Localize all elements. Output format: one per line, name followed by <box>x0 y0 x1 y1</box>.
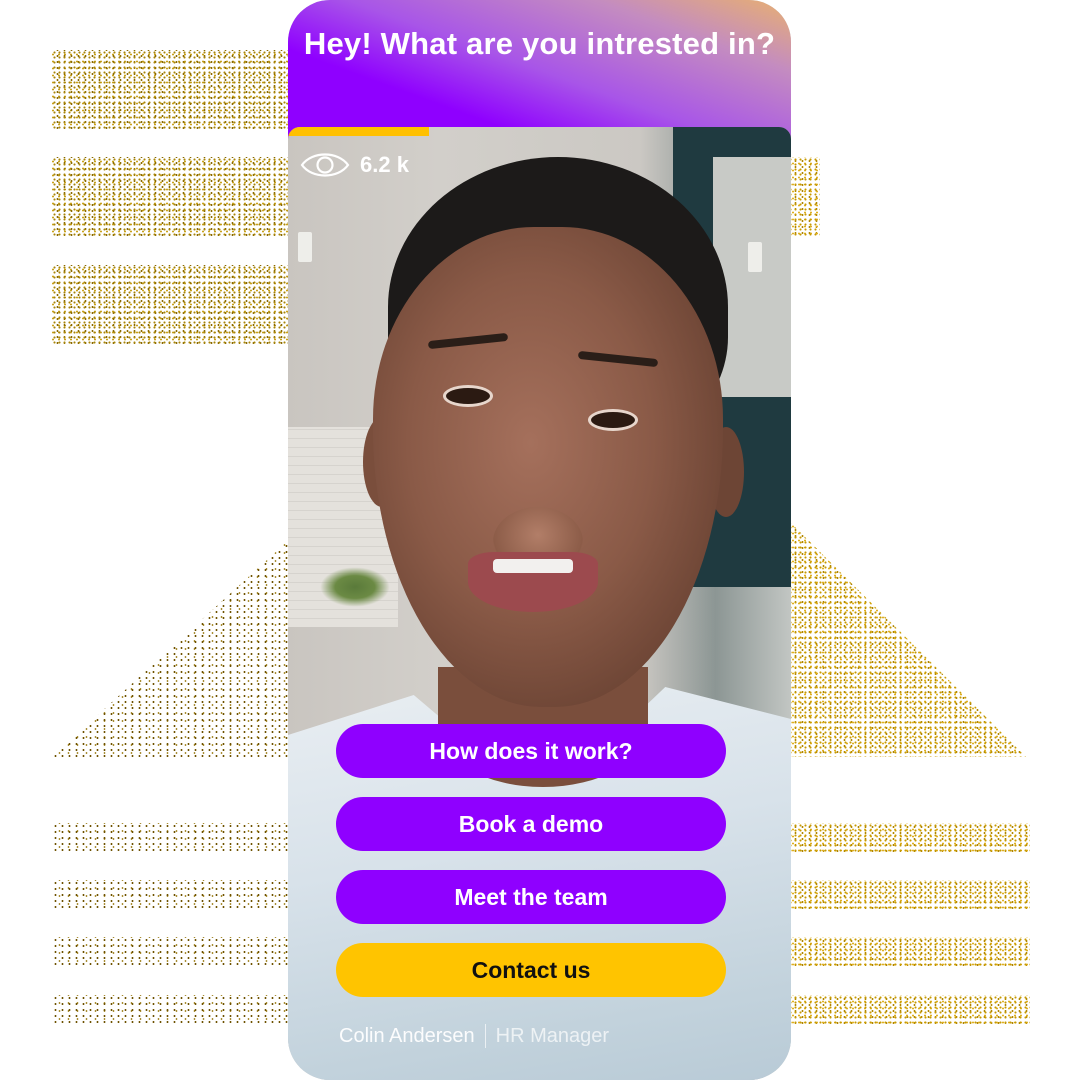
decor-dotted-bar <box>788 880 1030 910</box>
decor-dotted-bar <box>788 937 1030 967</box>
presenter-caption: Colin Andersen HR Manager <box>339 1024 609 1048</box>
eye-icon <box>300 149 350 181</box>
caption-divider <box>484 1024 486 1048</box>
decor-dotted-bar <box>788 157 820 237</box>
decor-dotted-bar <box>52 157 292 237</box>
view-counter: 6.2 k <box>300 149 409 181</box>
widget-title: Hey! What are you intrested in? <box>303 26 776 61</box>
how-does-it-work-button[interactable]: How does it work? <box>336 724 726 778</box>
video-background-lamp <box>748 242 762 272</box>
book-a-demo-button[interactable]: Book a demo <box>336 797 726 851</box>
video-person-face <box>373 227 723 707</box>
video-progress-fill <box>288 127 429 136</box>
decor-dotted-bar <box>52 880 292 910</box>
widget-header: Hey! What are you intrested in? <box>288 0 791 140</box>
presenter-role: HR Manager <box>495 1024 610 1047</box>
decor-dotted-bar <box>52 937 292 967</box>
video-background-lamp <box>298 232 312 262</box>
contact-us-button[interactable]: Contact us <box>336 943 726 997</box>
decor-dotted-bar <box>52 50 292 130</box>
video-person-teeth <box>493 559 573 573</box>
decor-dotted-triangle <box>52 537 292 757</box>
action-buttons: How does it work? Book a demo Meet the t… <box>336 724 726 1016</box>
decor-dotted-triangle <box>788 520 1026 757</box>
decor-dotted-bar <box>788 823 1030 853</box>
video-widget-card: Hey! What are you intrested in? 6.2 k Ho… <box>288 0 791 1080</box>
decor-dotted-bar <box>788 995 1030 1025</box>
view-count: 6.2 k <box>360 152 409 177</box>
video-background-plant <box>320 567 390 607</box>
video-person-eye <box>443 385 493 407</box>
decor-dotted-bar <box>52 995 292 1025</box>
video-person-eye <box>588 409 638 431</box>
video-progress-bar[interactable] <box>288 127 791 136</box>
decor-dotted-bar <box>52 823 292 853</box>
decor-dotted-bar <box>52 265 292 345</box>
meet-the-team-button[interactable]: Meet the team <box>336 870 726 924</box>
presenter-name: Colin Andersen <box>339 1024 475 1047</box>
